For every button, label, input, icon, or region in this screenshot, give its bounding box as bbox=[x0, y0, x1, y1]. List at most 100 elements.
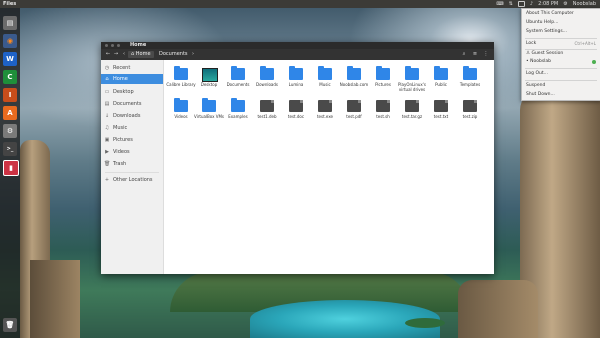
battery-icon[interactable] bbox=[517, 1, 525, 7]
file-item[interactable]: test.sh bbox=[370, 94, 396, 128]
menu-item-about[interactable]: About This Computer bbox=[526, 11, 574, 17]
maximize-icon[interactable] bbox=[117, 44, 120, 47]
sidebar-item-trash[interactable]: 🗑 Trash bbox=[101, 159, 163, 169]
file-label: Noobslab.com bbox=[339, 82, 369, 87]
file-item[interactable]: Documents bbox=[225, 62, 251, 96]
breadcrumb-home[interactable]: ⌂ Home bbox=[128, 51, 154, 58]
files-window: Home ← → ‹ ⌂ Home Documents › ⌕ ≡ ⋮ ◷ Rec… bbox=[101, 42, 494, 274]
network-icon[interactable]: ⇅ bbox=[509, 0, 513, 8]
wallpaper-rock-left-base bbox=[30, 260, 80, 338]
file-item[interactable]: test.doc bbox=[283, 94, 309, 128]
file-item[interactable]: test.txt bbox=[428, 94, 454, 128]
menu-icon[interactable]: ⋮ bbox=[483, 51, 489, 58]
close-icon[interactable] bbox=[105, 44, 108, 47]
sidebar-item-label: Documents bbox=[113, 101, 142, 107]
menu-separator bbox=[525, 49, 597, 50]
sidebar-item-label: Other Locations bbox=[113, 177, 153, 183]
sidebar-item-home[interactable]: ⌂ Home bbox=[101, 74, 163, 84]
document-icon bbox=[260, 100, 274, 112]
file-item[interactable]: test.exe bbox=[312, 94, 338, 128]
wallpaper-island bbox=[405, 318, 445, 328]
path-next-icon[interactable]: › bbox=[191, 51, 195, 58]
file-item[interactable]: Noobslab.com bbox=[339, 62, 369, 96]
file-item[interactable]: test.zip bbox=[457, 94, 483, 128]
launcher-software-center-icon[interactable]: A bbox=[3, 106, 17, 120]
launcher-settings-icon[interactable]: ⚙ bbox=[3, 124, 17, 138]
launcher-calc-icon[interactable]: C bbox=[3, 70, 17, 84]
file-label: PlayOnLinux's virtual drives bbox=[398, 82, 426, 92]
file-item[interactable]: Downloads bbox=[254, 62, 280, 96]
menu-item-user[interactable]: • Noobslab bbox=[526, 59, 551, 65]
session-menu: About This Computer Ubuntu Help... Syste… bbox=[521, 8, 600, 101]
minimize-icon[interactable] bbox=[111, 44, 114, 47]
clock-icon: ◷ bbox=[104, 65, 110, 71]
file-item[interactable]: test1.deb bbox=[254, 94, 280, 128]
menu-item-suspend[interactable]: Suspend bbox=[526, 83, 545, 89]
list-view-icon[interactable]: ≡ bbox=[472, 51, 478, 58]
breadcrumb-home-label: Home bbox=[135, 51, 151, 57]
document-icon bbox=[347, 100, 361, 112]
file-label: VirtualBox VMs bbox=[193, 114, 225, 119]
sidebar-item-videos[interactable]: ▶ Videos bbox=[101, 147, 163, 157]
menu-item-lock[interactable]: Lock bbox=[526, 41, 536, 47]
sidebar-item-label: Recent bbox=[113, 65, 131, 71]
path-prev-icon[interactable]: ‹ bbox=[122, 51, 126, 58]
active-app-title: Files bbox=[3, 1, 17, 7]
sidebar-item-downloads[interactable]: ↓ Downloads bbox=[101, 111, 163, 121]
file-item[interactable]: PlayOnLinux's virtual drives bbox=[398, 62, 426, 96]
file-item[interactable]: Lumina bbox=[283, 62, 309, 96]
sidebar-item-recent[interactable]: ◷ Recent bbox=[101, 63, 163, 73]
sidebar-item-label: Downloads bbox=[113, 113, 141, 119]
file-item[interactable]: Music bbox=[312, 62, 338, 96]
launcher-terminal-icon[interactable]: >_ bbox=[3, 142, 17, 156]
window-titlebar[interactable]: Home bbox=[101, 42, 494, 49]
folder-icon bbox=[463, 66, 477, 80]
sidebar-item-desktop[interactable]: ▭ Desktop bbox=[101, 87, 163, 97]
sidebar-item-label: Desktop bbox=[113, 89, 134, 95]
launcher-writer-icon[interactable]: W bbox=[3, 52, 17, 66]
folder-icon bbox=[202, 98, 216, 112]
document-icon bbox=[434, 100, 448, 112]
sidebar-item-pictures[interactable]: ▣ Pictures bbox=[101, 135, 163, 145]
menu-item-help[interactable]: Ubuntu Help... bbox=[526, 20, 558, 26]
menu-item-system-settings[interactable]: System Settings... bbox=[526, 29, 567, 35]
file-item[interactable]: Desktop bbox=[196, 62, 222, 96]
panel-clock[interactable]: 2:08 PM bbox=[538, 0, 558, 8]
file-item[interactable]: Examples bbox=[225, 94, 251, 128]
sidebar-item-documents[interactable]: ▤ Documents bbox=[101, 99, 163, 109]
back-arrow-icon[interactable]: ← bbox=[105, 51, 111, 58]
launcher-files-icon[interactable]: ▤ bbox=[3, 16, 17, 30]
panel-username[interactable]: Noobslab bbox=[573, 0, 596, 8]
launcher-impress-icon[interactable]: I bbox=[3, 88, 17, 102]
file-item[interactable]: Videos bbox=[168, 94, 194, 128]
file-item[interactable]: test.tar.gz bbox=[399, 94, 425, 128]
file-item[interactable]: Templates bbox=[457, 62, 483, 96]
keyboard-icon[interactable]: ⌨ bbox=[496, 0, 503, 8]
file-item[interactable]: test.pdf bbox=[341, 94, 367, 128]
top-panel: Files ⌨ ⇅ ♪ 2:08 PM ⚙ Noobslab bbox=[0, 0, 600, 8]
gear-icon[interactable]: ⚙ bbox=[563, 0, 567, 8]
search-icon[interactable]: ⌕ bbox=[461, 51, 467, 58]
forward-arrow-icon[interactable]: → bbox=[113, 51, 119, 58]
file-label: test.pdf bbox=[346, 114, 362, 119]
menu-item-shut-down[interactable]: Shut Down... bbox=[526, 92, 555, 98]
file-item[interactable]: Calibre Library bbox=[166, 62, 196, 96]
file-label: test.sh bbox=[376, 114, 390, 119]
menu-separator bbox=[525, 68, 597, 69]
launcher-firefox-icon[interactable]: ◉ bbox=[3, 34, 17, 48]
file-item[interactable]: Pictures bbox=[370, 62, 396, 96]
file-item[interactable]: Public bbox=[428, 62, 454, 96]
menu-item-guest-session[interactable]: ♙ Guest Session bbox=[526, 51, 563, 57]
document-icon bbox=[405, 100, 419, 112]
volume-icon[interactable]: ♪ bbox=[530, 0, 533, 8]
sidebar-item-music[interactable]: ♫ Music bbox=[101, 123, 163, 133]
file-item[interactable]: VirtualBox VMs bbox=[193, 94, 225, 128]
launcher-trash-icon[interactable]: 🗑 bbox=[3, 318, 17, 332]
file-label: Music bbox=[319, 82, 331, 87]
folder-icon bbox=[347, 66, 361, 80]
document-icon: ▤ bbox=[104, 101, 110, 107]
menu-item-log-out[interactable]: Log Out... bbox=[526, 71, 548, 77]
launcher-active-app-icon[interactable]: ▮ bbox=[3, 160, 19, 176]
sidebar-item-other-locations[interactable]: + Other Locations bbox=[101, 175, 163, 185]
breadcrumb-documents[interactable]: Documents bbox=[156, 51, 191, 58]
